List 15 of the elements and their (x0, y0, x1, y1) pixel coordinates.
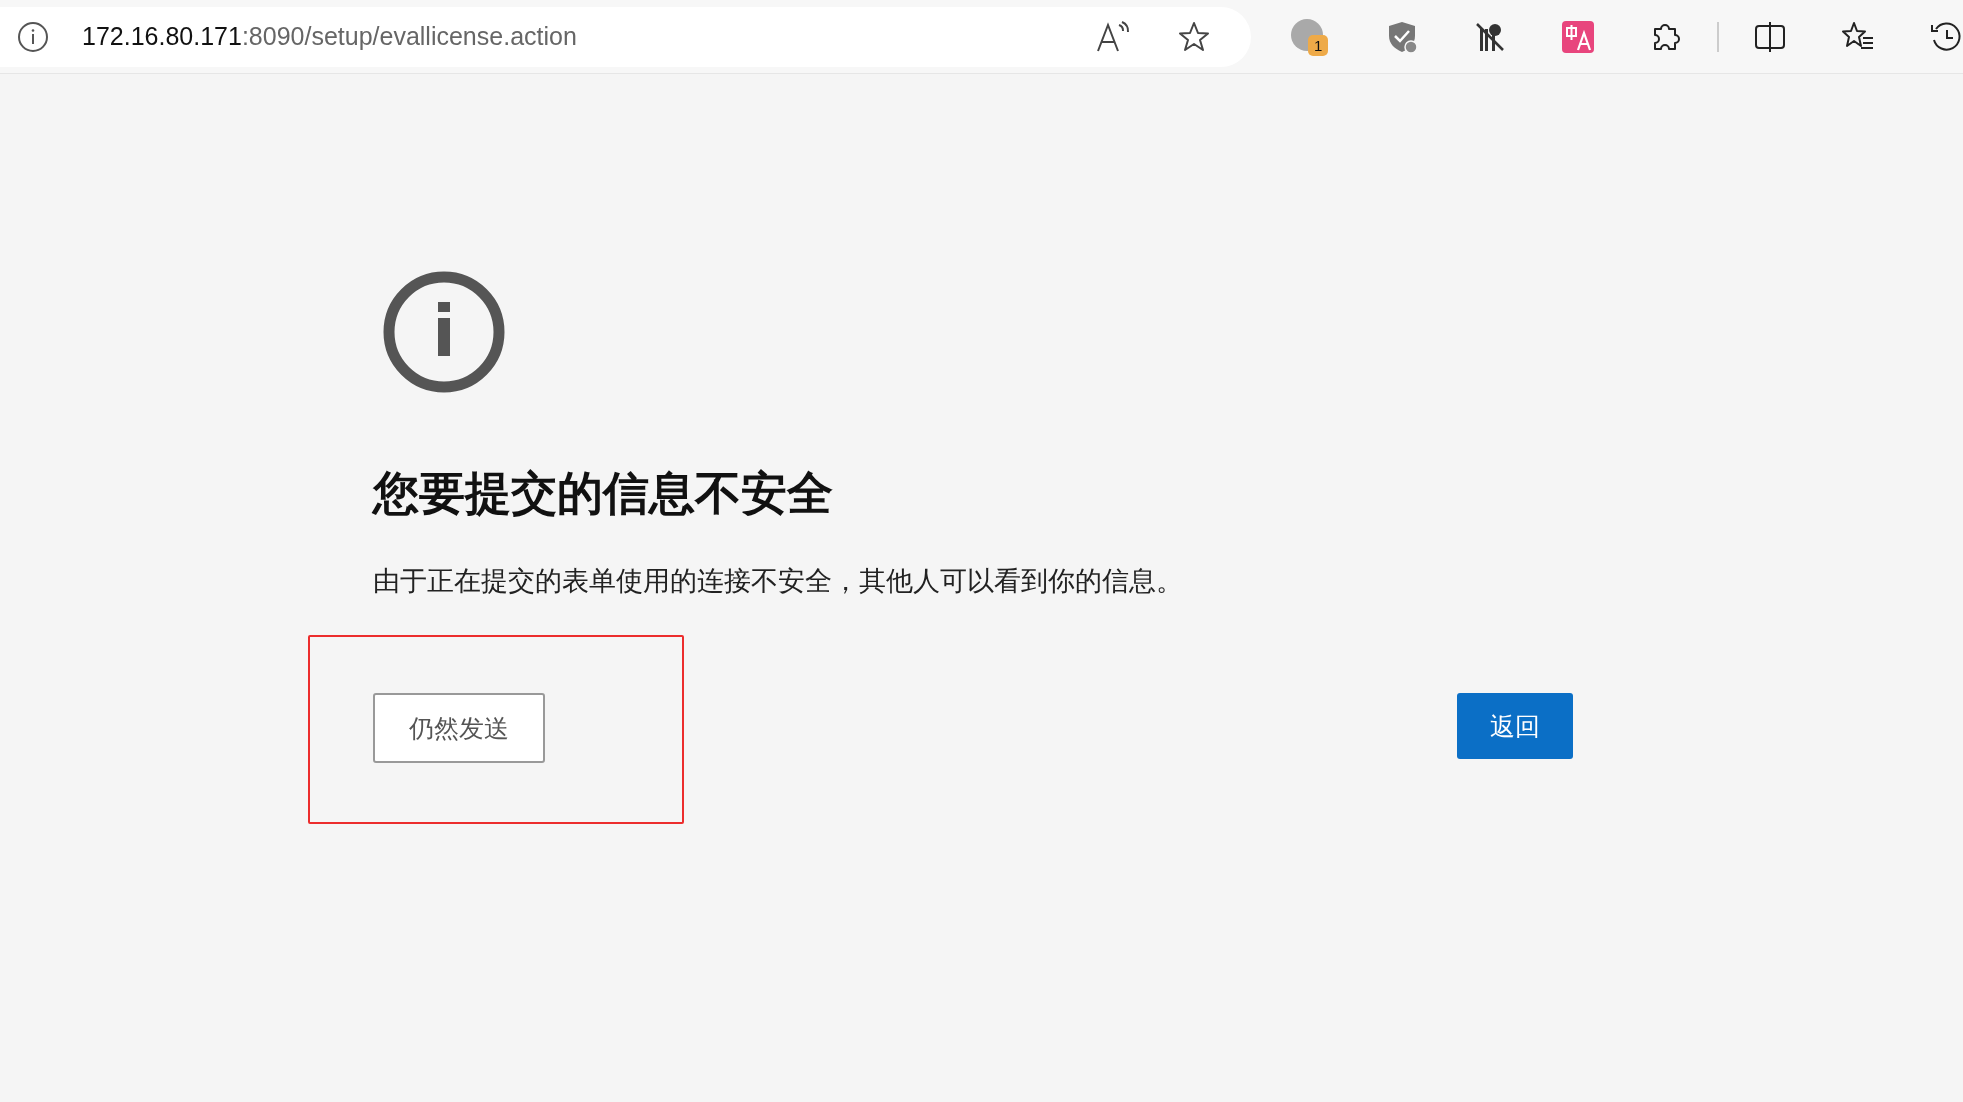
notification-badge: 1 (1308, 34, 1329, 56)
address-bar[interactable]: 172.16.80.171:8090/setup/evallicense.action (0, 6, 1251, 67)
info-icon[interactable] (16, 19, 50, 54)
warning-message: 由于正在提交的表单使用的连接不安全，其他人可以看到你的信息。 (373, 564, 1184, 598)
warning-heading: 您要提交的信息不安全 (373, 465, 834, 522)
favorite-star-icon[interactable] (1177, 19, 1211, 54)
url-host: 172.16.80.171 (82, 22, 242, 50)
back-button[interactable]: 返回 (1457, 693, 1573, 759)
send-anyway-button[interactable]: 仍然发送 (373, 693, 545, 763)
read-aloud-icon[interactable] (1095, 19, 1131, 54)
info-icon (383, 271, 505, 393)
translate-icon[interactable] (1561, 19, 1595, 54)
profile-button[interactable]: 1 (1291, 16, 1331, 57)
split-screen-icon[interactable] (1753, 19, 1787, 54)
url-path: :8090/setup/evallicense.action (241, 22, 577, 50)
